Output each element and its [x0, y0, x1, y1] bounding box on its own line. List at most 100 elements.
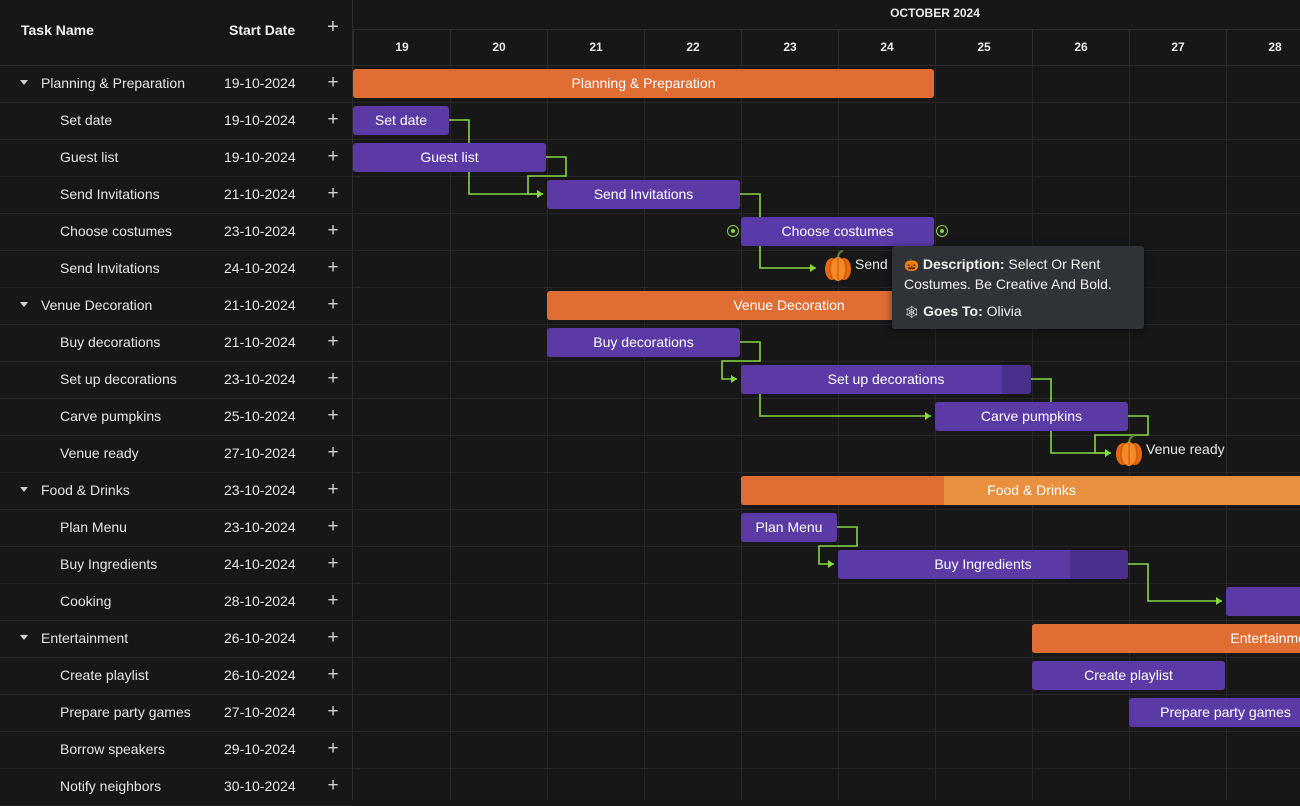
bar-label: Entertainment [1230, 630, 1300, 646]
grid-row-task[interactable]: Cooking 28-10-2024 + [0, 583, 352, 621]
task-name: Buy decorations [60, 334, 161, 350]
task-name: Planning & Preparation [41, 75, 185, 91]
grid-row-task[interactable]: Plan Menu 23-10-2024 + [0, 509, 352, 547]
task-start-date: 21-10-2024 [224, 334, 296, 350]
add-subtask-icon[interactable]: + [324, 443, 342, 462]
milestone-pumpkin-icon[interactable] [823, 249, 853, 282]
add-subtask-icon[interactable]: + [324, 554, 342, 573]
grid-row-project[interactable]: Food & Drinks 23-10-2024 + [0, 472, 352, 510]
add-task-icon[interactable]: + [324, 17, 342, 37]
dependency-link[interactable] [1050, 430, 1111, 454]
task-bar[interactable]: Buy decorations [547, 328, 740, 357]
task-start-date: 23-10-2024 [224, 519, 296, 535]
add-subtask-icon[interactable]: + [324, 147, 342, 166]
add-subtask-icon[interactable]: + [324, 739, 342, 758]
bar-label: Create playlist [1084, 667, 1173, 683]
task-bar[interactable]: Carve pumpkins [935, 402, 1128, 431]
tooltip-goes-to-value: Olivia [986, 303, 1022, 319]
task-name: Create playlist [60, 667, 149, 683]
add-subtask-icon[interactable]: + [324, 295, 342, 314]
project-bar[interactable]: Entertainment [1032, 624, 1300, 653]
task-name: Cooking [60, 593, 112, 609]
bar-label: Buy decorations [593, 334, 694, 350]
add-subtask-icon[interactable]: + [324, 332, 342, 351]
grid-row-task[interactable]: Prepare party games 27-10-2024 + [0, 694, 352, 732]
collapse-chevron-icon[interactable] [20, 80, 28, 85]
bar-label: Carve pumpkins [980, 408, 1083, 424]
link-arrow-icon [810, 264, 816, 272]
task-grid: Task Name Start Date + Planning & Prepar… [0, 0, 353, 806]
progress-fill [741, 476, 945, 505]
add-subtask-icon[interactable]: + [324, 480, 342, 499]
task-name: Send Invitations [60, 186, 160, 202]
task-bar[interactable]: Create playlist [1032, 661, 1225, 690]
task-bar[interactable]: Choose costumes [741, 217, 934, 246]
task-bar[interactable]: Set date [353, 106, 449, 135]
grid-row-task[interactable]: Buy Ingredients 24-10-2024 + [0, 546, 352, 584]
bar-label: Choose costumes [781, 223, 894, 239]
task-name: Set up decorations [60, 371, 177, 387]
task-name: Venue ready [60, 445, 139, 461]
task-bar[interactable]: Set up decorations [741, 365, 1031, 394]
grid-row-project[interactable]: Planning & Preparation 19-10-2024 + [0, 65, 352, 103]
dependency-link[interactable] [759, 245, 816, 269]
add-subtask-icon[interactable]: + [324, 665, 342, 684]
add-subtask-icon[interactable]: + [324, 73, 342, 92]
column-header-task-name[interactable]: Task Name [21, 22, 94, 38]
grid-row-project[interactable]: Entertainment 26-10-2024 + [0, 620, 352, 658]
column-header-start-date[interactable]: Start Date [229, 22, 295, 38]
add-subtask-icon[interactable]: + [324, 221, 342, 240]
add-subtask-icon[interactable]: + [324, 591, 342, 610]
task-bar[interactable] [1226, 587, 1300, 616]
task-name: Buy Ingredients [60, 556, 158, 572]
grid-row-task[interactable]: Borrow speakers 29-10-2024 + [0, 731, 352, 769]
link-arrow-icon [925, 412, 931, 420]
grid-row-task[interactable]: Buy decorations 21-10-2024 + [0, 324, 352, 362]
add-subtask-icon[interactable]: + [324, 517, 342, 536]
task-bar[interactable]: Prepare party games [1129, 698, 1300, 727]
milestone-pumpkin-icon[interactable] [1114, 434, 1144, 467]
task-start-date: 19-10-2024 [224, 149, 296, 165]
add-subtask-icon[interactable]: + [324, 369, 342, 388]
add-subtask-icon[interactable]: + [324, 184, 342, 203]
task-bar[interactable]: Guest list [353, 143, 546, 172]
collapse-chevron-icon[interactable] [20, 302, 28, 307]
task-bar[interactable]: Buy Ingredients [838, 550, 1128, 579]
project-bar[interactable]: Planning & Preparation [353, 69, 934, 98]
grid-row-project[interactable]: Venue Decoration 21-10-2024 + [0, 287, 352, 325]
task-start-date: 19-10-2024 [224, 112, 296, 128]
bar-label: Send Invitations [593, 186, 694, 202]
task-bar[interactable]: Send Invitations [547, 180, 740, 209]
grid-row-task[interactable]: Set up decorations 23-10-2024 + [0, 361, 352, 399]
grid-row-task[interactable]: Choose costumes 23-10-2024 + [0, 213, 352, 251]
add-subtask-icon[interactable]: + [324, 702, 342, 721]
grid-row-task[interactable]: Set date 19-10-2024 + [0, 102, 352, 140]
tooltip-description-label: Description: [922, 256, 1005, 272]
link-handle-start[interactable] [727, 225, 739, 237]
grid-row-task[interactable]: Guest list 19-10-2024 + [0, 139, 352, 177]
add-subtask-icon[interactable]: + [324, 776, 342, 795]
add-subtask-icon[interactable]: + [324, 110, 342, 129]
task-start-date: 27-10-2024 [224, 704, 296, 720]
link-handle-end[interactable] [936, 225, 948, 237]
add-subtask-icon[interactable]: + [324, 628, 342, 647]
link-arrow-icon [537, 190, 543, 198]
task-bar[interactable]: Plan Menu [741, 513, 837, 542]
collapse-chevron-icon[interactable] [20, 635, 28, 640]
dependency-link[interactable] [759, 393, 931, 417]
grid-row-task[interactable]: Carve pumpkins 25-10-2024 + [0, 398, 352, 436]
grid-row-task[interactable]: Send Invitations 24-10-2024 + [0, 250, 352, 288]
ghost-icon: 🕸 [904, 305, 920, 319]
milestone-label: Send I [855, 256, 896, 272]
add-subtask-icon[interactable]: + [324, 406, 342, 425]
link-arrow-icon [1105, 449, 1111, 457]
collapse-chevron-icon[interactable] [20, 487, 28, 492]
grid-row-task[interactable]: Send Invitations 21-10-2024 + [0, 176, 352, 214]
link-arrow-icon [828, 560, 834, 568]
dependency-link[interactable] [1128, 563, 1222, 602]
project-bar[interactable]: Food & Drinks [741, 476, 1300, 505]
grid-row-task[interactable]: Notify neighbors 30-10-2024 + [0, 768, 352, 806]
grid-row-task[interactable]: Venue ready 27-10-2024 + [0, 435, 352, 473]
add-subtask-icon[interactable]: + [324, 258, 342, 277]
grid-row-task[interactable]: Create playlist 26-10-2024 + [0, 657, 352, 695]
